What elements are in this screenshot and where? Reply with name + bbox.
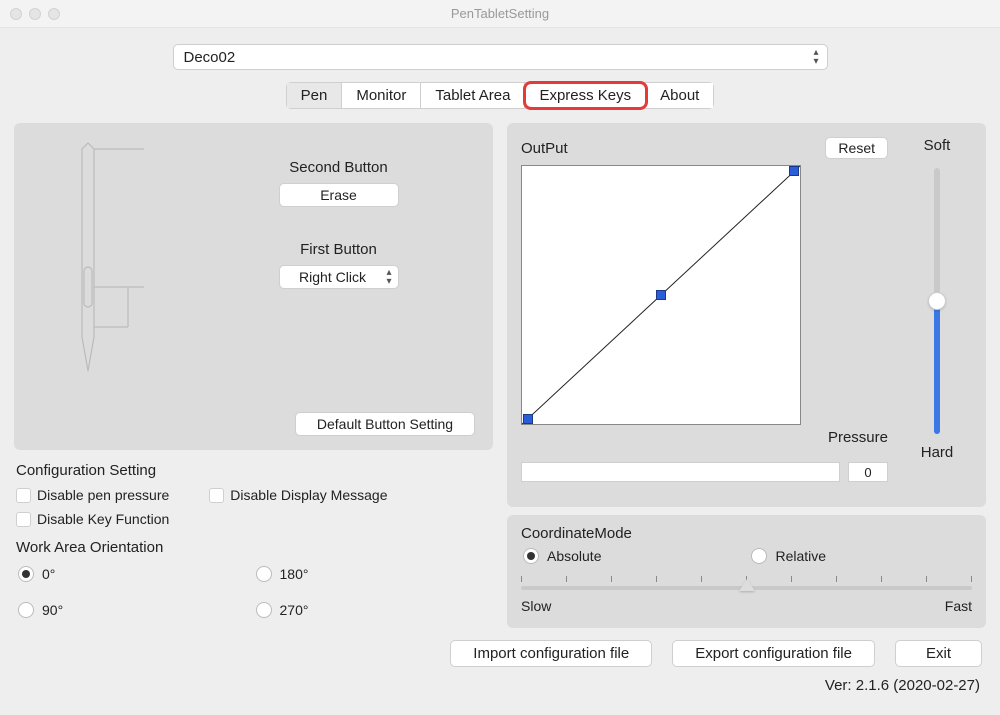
export-config-button[interactable]: Export configuration file bbox=[672, 640, 875, 667]
device-select-value: Deco02 bbox=[184, 49, 236, 66]
tab-tablet-area[interactable]: Tablet Area bbox=[421, 83, 525, 108]
coord-section-title: CoordinateMode bbox=[521, 525, 972, 542]
pressure-value: 0 bbox=[848, 462, 888, 482]
pressure-axis-label: Pressure bbox=[521, 429, 888, 446]
tab-monitor[interactable]: Monitor bbox=[342, 83, 421, 108]
radio-icon bbox=[256, 566, 272, 582]
output-label: OutPut bbox=[521, 140, 568, 157]
chevron-updown-icon: ▴▾ bbox=[813, 48, 818, 66]
radio-icon bbox=[18, 566, 34, 582]
checkbox-icon bbox=[16, 512, 31, 527]
chk-disable-display-message[interactable]: Disable Display Message bbox=[209, 487, 387, 503]
radio-icon bbox=[18, 602, 34, 618]
reset-button[interactable]: Reset bbox=[825, 137, 888, 159]
radio-absolute[interactable]: Absolute bbox=[523, 548, 601, 564]
second-button-label: Second Button bbox=[198, 159, 479, 176]
config-section-title: Configuration Setting bbox=[16, 462, 493, 479]
exit-button[interactable]: Exit bbox=[895, 640, 982, 667]
curve-handle-start[interactable] bbox=[523, 414, 533, 424]
radio-orientation-90[interactable]: 90° bbox=[18, 602, 256, 618]
radio-icon bbox=[256, 602, 272, 618]
chevron-updown-icon: ▴▾ bbox=[386, 268, 391, 286]
curve-handle-end[interactable] bbox=[789, 166, 799, 176]
pressure-panel: OutPut Reset Pressure 0 bbox=[507, 123, 986, 507]
coordinate-panel: CoordinateMode Absolute Relative Slow Fa… bbox=[507, 515, 986, 628]
slow-label: Slow bbox=[521, 598, 551, 614]
curve-handle-mid[interactable] bbox=[656, 290, 666, 300]
slider-thumb-icon[interactable] bbox=[928, 292, 946, 310]
chk-disable-pen-pressure[interactable]: Disable pen pressure bbox=[16, 487, 169, 503]
first-button-select[interactable]: Right Click ▴▾ bbox=[279, 265, 399, 289]
pen-panel: Second Button Erase First Button Right C… bbox=[14, 123, 493, 450]
orientation-section-title: Work Area Orientation bbox=[16, 539, 493, 556]
tab-about[interactable]: About bbox=[646, 83, 713, 108]
speed-slider[interactable] bbox=[521, 572, 972, 596]
first-button-label: First Button bbox=[198, 241, 479, 258]
second-button-select[interactable]: Erase bbox=[279, 183, 399, 207]
radio-icon bbox=[751, 548, 767, 564]
hard-label: Hard bbox=[921, 444, 954, 461]
soft-label: Soft bbox=[924, 137, 951, 154]
radio-orientation-0[interactable]: 0° bbox=[18, 566, 256, 582]
chk-disable-key-function[interactable]: Disable Key Function bbox=[16, 511, 169, 527]
import-config-button[interactable]: Import configuration file bbox=[450, 640, 652, 667]
softness-slider[interactable] bbox=[934, 168, 940, 434]
radio-relative[interactable]: Relative bbox=[751, 548, 826, 564]
slider-thumb-icon[interactable] bbox=[739, 579, 755, 591]
pressure-curve[interactable] bbox=[521, 165, 801, 425]
tab-bar: Pen Monitor Tablet Area Express Keys Abo… bbox=[286, 82, 715, 109]
radio-orientation-270[interactable]: 270° bbox=[256, 602, 494, 618]
device-select[interactable]: Deco02 ▴▾ bbox=[173, 44, 828, 70]
radio-orientation-180[interactable]: 180° bbox=[256, 566, 494, 582]
radio-icon bbox=[523, 548, 539, 564]
checkbox-icon bbox=[209, 488, 224, 503]
tab-pen[interactable]: Pen bbox=[287, 83, 343, 108]
tab-express-keys[interactable]: Express Keys bbox=[525, 83, 646, 108]
pen-diagram bbox=[28, 137, 148, 412]
version-label: Ver: 2.1.6 (2020-02-27) bbox=[14, 677, 986, 694]
titlebar: PenTabletSetting bbox=[0, 0, 1000, 28]
fast-label: Fast bbox=[945, 598, 972, 614]
default-button-setting[interactable]: Default Button Setting bbox=[295, 412, 475, 436]
pressure-bar bbox=[521, 462, 840, 482]
window-title: PenTabletSetting bbox=[0, 6, 1000, 21]
checkbox-icon bbox=[16, 488, 31, 503]
